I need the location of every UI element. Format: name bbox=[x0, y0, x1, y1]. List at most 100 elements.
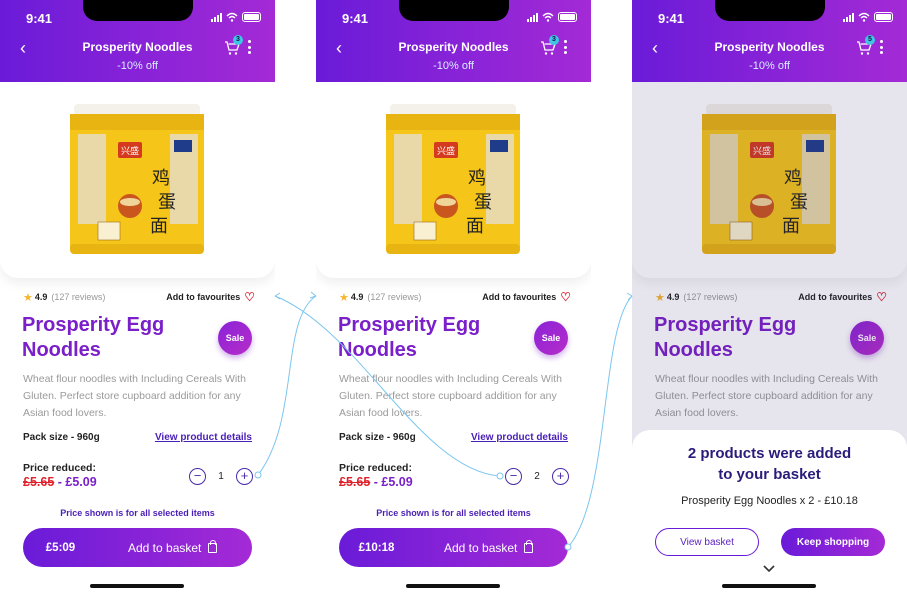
confirmation-title-line-1: 2 products were added bbox=[687, 445, 852, 462]
status-time: 9:41 bbox=[26, 11, 53, 26]
add-to-favourites-button[interactable]: Add to favourites ♡ bbox=[482, 290, 571, 304]
product-image-card bbox=[316, 82, 591, 278]
wifi-icon bbox=[542, 12, 554, 22]
new-price: £5.09 bbox=[65, 475, 97, 489]
review-count[interactable]: (127 reviews) bbox=[51, 292, 105, 302]
plus-icon[interactable]: + bbox=[236, 467, 253, 485]
status-icons bbox=[211, 12, 261, 22]
phone-screen-1: 9:41 ‹ Prosperity Noodles -10% off 3 ★ 4… bbox=[0, 0, 275, 594]
price-label: Price reduced: bbox=[23, 462, 96, 474]
cart-count-badge: 3 bbox=[549, 35, 559, 45]
home-indicator[interactable] bbox=[406, 584, 500, 588]
more-vertical-icon[interactable] bbox=[880, 40, 884, 54]
minus-icon[interactable]: − bbox=[189, 467, 206, 485]
view-product-details-link[interactable]: View product details bbox=[155, 432, 252, 443]
add-to-basket-button[interactable]: £10:18 Add to basket bbox=[339, 528, 568, 567]
discount-label: -10% off bbox=[117, 60, 158, 72]
confirmation-summary: Prosperity Egg Noodles x 2 - £10.18 bbox=[681, 495, 858, 507]
home-indicator[interactable] bbox=[722, 584, 816, 588]
view-basket-button[interactable]: View basket bbox=[655, 528, 759, 556]
price-label: Price reduced: bbox=[339, 462, 412, 474]
more-vertical-icon[interactable] bbox=[564, 40, 568, 54]
price-separator: - bbox=[54, 475, 66, 489]
battery-icon bbox=[874, 12, 893, 22]
pack-size: Pack size - 960g bbox=[339, 432, 416, 443]
plus-icon[interactable]: + bbox=[552, 467, 569, 485]
pack-size-row: Pack size - 960g View product details bbox=[23, 432, 252, 443]
chevron-down-icon[interactable] bbox=[763, 564, 775, 574]
status-time: 9:41 bbox=[658, 11, 685, 26]
price-note: Price shown is for all selected items bbox=[376, 508, 531, 518]
rating-value: 4.9 bbox=[350, 292, 364, 302]
favourite-label: Add to favourites bbox=[166, 292, 241, 302]
discount-label: -10% off bbox=[433, 60, 474, 72]
product-title: Prosperity Egg Noodles bbox=[22, 314, 165, 361]
basket-total: £10:18 bbox=[358, 541, 395, 554]
basket-confirmation-sheet: 2 products were added to your basket Pro… bbox=[632, 430, 907, 594]
product-description: Wheat flour noodles with Including Cerea… bbox=[339, 373, 562, 419]
cart-count-badge: 3 bbox=[233, 35, 243, 45]
heart-icon: ♡ bbox=[244, 290, 255, 304]
confirmation-title: 2 products were added to your basket bbox=[632, 443, 907, 485]
view-product-details-link[interactable]: View product details bbox=[471, 432, 568, 443]
old-price: £5.65 bbox=[23, 475, 55, 489]
phone-screen-3: 9:41 ‹ Prosperity Noodles -10% off 5 ★ 4… bbox=[632, 0, 907, 594]
header-bar: 9:41 ‹ Prosperity Noodles -10% off 3 bbox=[0, 0, 275, 82]
flow-arrowhead bbox=[274, 292, 281, 300]
basket-total: £5:09 bbox=[45, 541, 76, 554]
phone-screen-2: 9:41 ‹ Prosperity Noodles -10% off 3 ★ 4… bbox=[316, 0, 591, 594]
quantity-value: 1 bbox=[218, 470, 224, 482]
old-price: £5.65 bbox=[339, 475, 371, 489]
pack-size-row: Pack size - 960g View product details bbox=[339, 432, 568, 443]
add-to-favourites-button[interactable]: Add to favourites ♡ bbox=[166, 290, 255, 304]
price-separator: - bbox=[370, 475, 382, 489]
header-bar: 9:41 ‹ Prosperity Noodles -10% off 3 bbox=[316, 0, 591, 82]
add-to-basket-button[interactable]: £5:09 Add to basket bbox=[23, 528, 252, 567]
heart-icon: ♡ bbox=[560, 290, 571, 304]
header-bar: 9:41 ‹ Prosperity Noodles -10% off 5 bbox=[632, 0, 907, 82]
more-vertical-icon[interactable] bbox=[248, 40, 252, 54]
device-notch bbox=[399, 0, 509, 21]
shopping-bag-icon bbox=[208, 539, 218, 553]
quantity-stepper: − 2 + bbox=[505, 467, 569, 485]
status-icons bbox=[527, 12, 577, 22]
pack-size: Pack size - 960g bbox=[23, 432, 100, 443]
keep-shopping-button[interactable]: Keep shopping bbox=[781, 528, 885, 556]
sale-badge: Sale bbox=[218, 321, 252, 355]
shopping-bag-icon bbox=[524, 539, 534, 553]
product-image bbox=[70, 104, 204, 254]
product-title: Prosperity Egg Noodles bbox=[338, 314, 481, 361]
star-icon: ★ bbox=[23, 291, 33, 304]
new-price: £5.09 bbox=[381, 475, 413, 489]
star-icon: ★ bbox=[339, 291, 349, 304]
wifi-icon bbox=[226, 12, 238, 22]
favourite-label: Add to favourites bbox=[482, 292, 557, 302]
rating-row: ★ 4.9 (127 reviews) Add to favourites ♡ bbox=[339, 290, 571, 304]
quantity-stepper: − 1 + bbox=[189, 467, 253, 485]
cart-count-badge: 5 bbox=[865, 35, 875, 45]
price-note: Price shown is for all selected items bbox=[60, 508, 215, 518]
device-notch bbox=[83, 0, 193, 21]
add-to-basket-label: Add to basket bbox=[128, 540, 202, 555]
discount-label: -10% off bbox=[749, 60, 790, 72]
signal-icon bbox=[211, 12, 222, 22]
wifi-icon bbox=[858, 12, 870, 22]
signal-icon bbox=[527, 12, 538, 22]
status-icons bbox=[843, 12, 893, 22]
product-image-card bbox=[0, 82, 275, 278]
sale-badge: Sale bbox=[534, 321, 568, 355]
minus-icon[interactable]: − bbox=[505, 467, 522, 485]
product-description: Wheat flour noodles with Including Cerea… bbox=[23, 373, 246, 419]
rating-row: ★ 4.9 (127 reviews) Add to favourites ♡ bbox=[23, 290, 255, 304]
status-time: 9:41 bbox=[342, 11, 369, 26]
quantity-value: 2 bbox=[534, 470, 540, 482]
review-count[interactable]: (127 reviews) bbox=[367, 292, 421, 302]
home-indicator[interactable] bbox=[90, 584, 184, 588]
price-row: £5.65 - £5.09 bbox=[339, 475, 413, 489]
battery-icon bbox=[242, 12, 261, 22]
rating-value: 4.9 bbox=[34, 292, 48, 302]
device-notch bbox=[715, 0, 825, 21]
confirmation-title-line-2: to your basket bbox=[718, 466, 821, 483]
battery-icon bbox=[558, 12, 577, 22]
price-row: £5.65 - £5.09 bbox=[23, 475, 97, 489]
